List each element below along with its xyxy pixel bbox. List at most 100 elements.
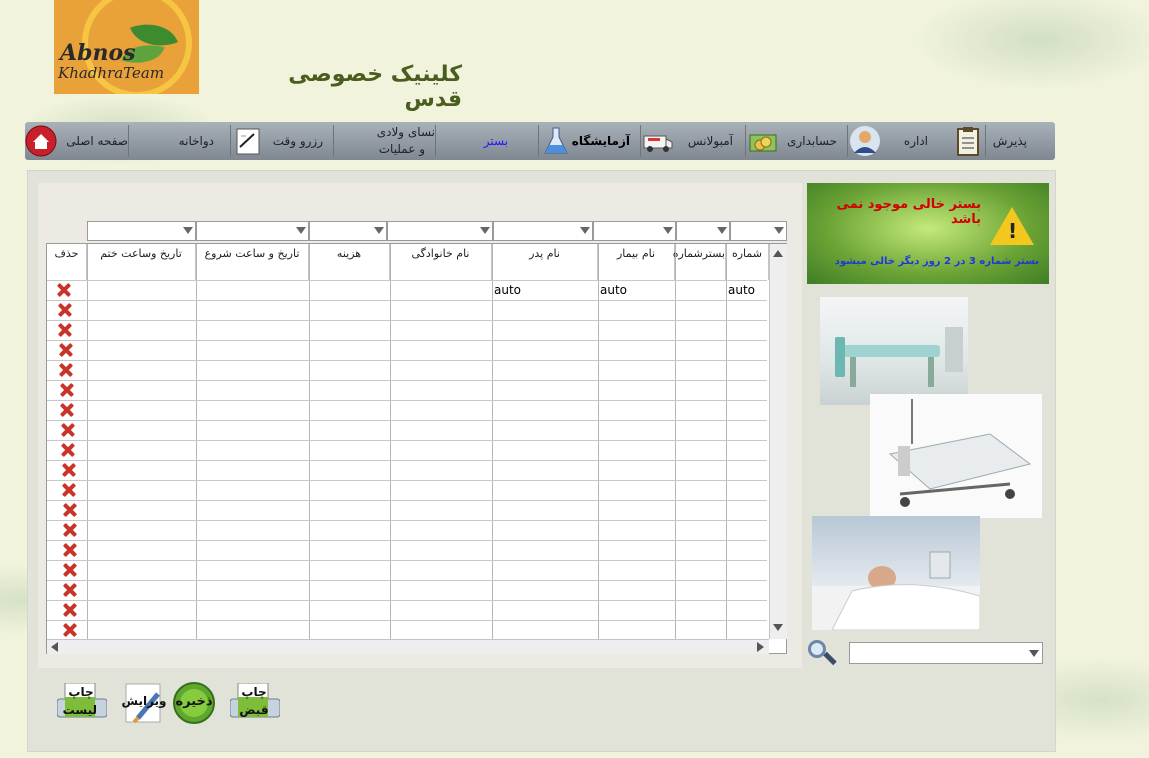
delete-row-icon[interactable] bbox=[62, 483, 76, 497]
header-number[interactable]: شماره bbox=[726, 244, 769, 280]
delete-row-icon[interactable] bbox=[58, 303, 72, 317]
row-divider bbox=[47, 480, 767, 481]
filter-father-name[interactable] bbox=[493, 221, 593, 241]
delete-row-icon[interactable] bbox=[63, 603, 77, 617]
alert-message: بستر خالی موجود نمی باشد bbox=[836, 197, 981, 227]
row-divider bbox=[47, 380, 767, 381]
scroll-up-icon[interactable] bbox=[773, 250, 783, 257]
chevron-down-icon bbox=[663, 227, 673, 234]
print-receipt-button[interactable]: چاپ قبض bbox=[229, 682, 281, 727]
filter-start-date[interactable] bbox=[196, 221, 309, 241]
nav-separator bbox=[640, 125, 641, 157]
delete-row-icon[interactable] bbox=[61, 443, 75, 457]
header-bed-number[interactable]: بسترشماره bbox=[673, 244, 726, 280]
delete-row-icon[interactable] bbox=[63, 563, 77, 577]
header-end-date[interactable]: تاریخ وساعت ختم bbox=[87, 244, 196, 280]
save-button[interactable]: ذخیره bbox=[171, 682, 219, 726]
clinic-title: کلینیک خصوصی قدس bbox=[288, 62, 462, 112]
filter-patient-name[interactable] bbox=[593, 221, 676, 241]
nav-appointment[interactable]: رزرو وقت bbox=[230, 122, 333, 160]
nav-maternity-label: نسای ولادی bbox=[376, 125, 435, 139]
nav-maternity[interactable]: نسای ولادی و عملیات bbox=[333, 122, 435, 160]
header-start-date[interactable]: تاریخ و ساعت شروع bbox=[196, 244, 309, 280]
nav-separator bbox=[985, 125, 986, 157]
print-list-label-2: لیست bbox=[62, 703, 97, 717]
print-list-button[interactable]: چاپ لیست bbox=[56, 682, 108, 727]
row-divider bbox=[47, 360, 767, 361]
cell-father-name[interactable]: auto bbox=[492, 281, 521, 300]
print-receipt-label-2: قبض bbox=[239, 703, 269, 717]
delete-row-icon[interactable] bbox=[63, 623, 77, 637]
scroll-down-icon[interactable] bbox=[773, 624, 783, 631]
delete-row-icon[interactable] bbox=[57, 283, 71, 297]
nav-ambulance-label: آمبولانس bbox=[687, 134, 733, 148]
delete-row-icon[interactable] bbox=[58, 323, 72, 337]
delete-row-icon[interactable] bbox=[59, 363, 73, 377]
nav-admin[interactable]: اداره bbox=[847, 122, 950, 160]
delete-row-icon[interactable] bbox=[61, 423, 75, 437]
filter-end-date[interactable] bbox=[87, 221, 196, 241]
filter-number[interactable] bbox=[730, 221, 787, 241]
delete-row-icon[interactable] bbox=[60, 403, 74, 417]
header-cost[interactable]: هزینه bbox=[309, 244, 390, 280]
nav-pharmacy[interactable]: دواخانه bbox=[128, 122, 230, 160]
cell-number[interactable]: auto bbox=[726, 281, 755, 300]
delete-row-icon[interactable] bbox=[63, 583, 77, 597]
nav-pharmacy-label: دواخانه bbox=[178, 134, 214, 148]
nav-laboratory[interactable]: آزمایشگاه bbox=[538, 122, 640, 160]
vertical-scrollbar[interactable] bbox=[769, 244, 787, 639]
clipboard-icon bbox=[957, 127, 979, 156]
scroll-left-icon[interactable] bbox=[51, 642, 58, 652]
filter-bed-number[interactable] bbox=[676, 221, 730, 241]
chevron-down-icon bbox=[774, 227, 784, 234]
alert-note: بستر شماره 3 در 2 روز دیگر خالی میشود bbox=[834, 256, 1039, 267]
header-father-name[interactable]: نام پدر bbox=[492, 244, 598, 280]
nav-ambulance[interactable]: آمبولانس bbox=[640, 122, 745, 160]
row-divider bbox=[47, 420, 767, 421]
scroll-right-icon[interactable] bbox=[757, 642, 764, 652]
row-divider bbox=[47, 560, 767, 561]
chevron-down-icon bbox=[296, 227, 306, 234]
chevron-down-icon bbox=[717, 227, 727, 234]
nav-separator bbox=[128, 125, 129, 157]
nav-accounting-label: حسابداری bbox=[787, 134, 837, 148]
row-divider bbox=[47, 540, 767, 541]
nav-reception[interactable]: پذیرش bbox=[950, 122, 1055, 160]
filter-family-name[interactable] bbox=[387, 221, 493, 241]
delete-row-icon[interactable] bbox=[63, 503, 77, 517]
nav-separator bbox=[847, 125, 848, 157]
row-divider bbox=[47, 600, 767, 601]
delete-row-icon[interactable] bbox=[63, 543, 77, 557]
delete-row-icon[interactable] bbox=[59, 343, 73, 357]
clinic-logo: Abnos KhadhraTeam bbox=[54, 0, 199, 94]
filter-row bbox=[87, 221, 787, 241]
header-patient-name[interactable]: نام بیمار bbox=[598, 244, 675, 280]
edit-button[interactable]: ویرایش bbox=[120, 680, 168, 724]
row-divider bbox=[47, 500, 767, 501]
nav-home[interactable]: صفحه اصلی bbox=[25, 122, 128, 160]
horizontal-scrollbar[interactable] bbox=[47, 639, 769, 654]
flask-icon bbox=[544, 127, 568, 154]
header-delete[interactable]: حذف bbox=[47, 244, 87, 280]
delete-row-icon[interactable] bbox=[62, 463, 76, 477]
row-divider bbox=[47, 340, 767, 341]
nav-accounting[interactable]: حسابداری bbox=[745, 122, 847, 160]
header-family-name[interactable]: نام خانوادگی bbox=[390, 244, 492, 280]
nav-admin-label: اداره bbox=[903, 134, 928, 148]
cell-patient-name[interactable]: auto bbox=[598, 281, 627, 300]
warning-mark: ! bbox=[1008, 219, 1018, 243]
chevron-down-icon bbox=[480, 227, 490, 234]
nav-separator bbox=[538, 125, 539, 157]
chevron-down-icon bbox=[374, 227, 384, 234]
row-divider bbox=[47, 300, 767, 301]
delete-row-icon[interactable] bbox=[63, 523, 77, 537]
row-divider bbox=[47, 520, 767, 521]
nav-bed[interactable]: بستر bbox=[435, 122, 538, 160]
nav-reception-label: پذیرش bbox=[992, 134, 1027, 148]
filter-cost[interactable] bbox=[309, 221, 387, 241]
delete-row-icon[interactable] bbox=[60, 383, 74, 397]
bed-search-combo[interactable] bbox=[849, 642, 1043, 664]
row-divider bbox=[47, 400, 767, 401]
nav-appointment-label: رزرو وقت bbox=[272, 134, 323, 148]
beds-table: حذف تاریخ وساعت ختم تاریخ و ساعت شروع هز… bbox=[46, 243, 787, 654]
